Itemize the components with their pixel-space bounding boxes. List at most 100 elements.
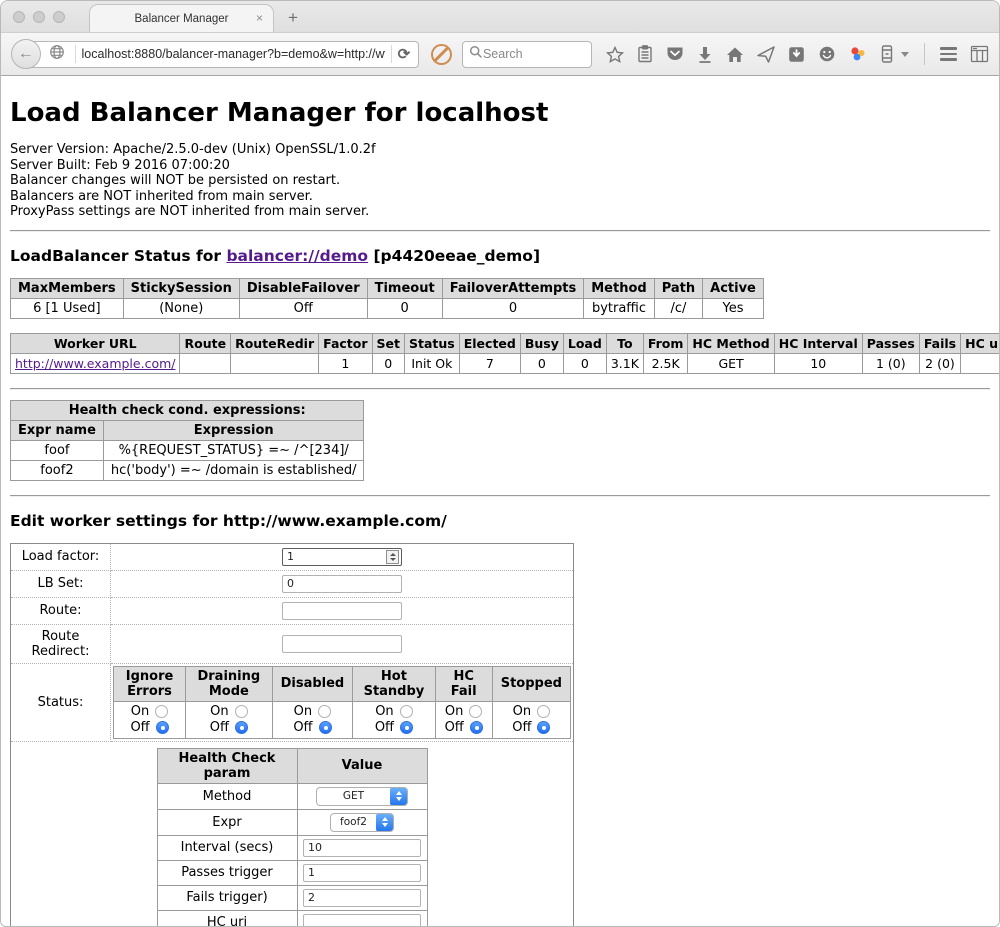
ignore-errors-off-radio[interactable] bbox=[156, 721, 169, 734]
hc-params-row: Health Check param Value Method GET bbox=[11, 741, 574, 926]
col-hc-method: HC Method bbox=[688, 333, 774, 353]
disabled-on-radio[interactable] bbox=[318, 705, 331, 718]
downloads-icon[interactable] bbox=[697, 46, 713, 63]
hc-method-select[interactable]: GET bbox=[316, 787, 408, 806]
close-window-button[interactable] bbox=[13, 11, 25, 23]
hc-method-row: Method GET bbox=[157, 783, 427, 809]
on-label: On bbox=[131, 704, 149, 719]
hc-passes-row: Passes trigger bbox=[157, 860, 427, 885]
route-redirect-row: Route Redirect: bbox=[11, 624, 574, 663]
cell-expr-name: foof bbox=[11, 440, 104, 460]
worker-url-link[interactable]: http://www.example.com/ bbox=[15, 356, 175, 371]
hot-standby-on-radio[interactable] bbox=[400, 705, 413, 718]
hc-expr-select[interactable]: foof2 bbox=[330, 813, 394, 832]
chevron-down-icon[interactable] bbox=[901, 52, 909, 57]
route-label: Route: bbox=[11, 597, 111, 624]
hc-interval-input[interactable] bbox=[303, 839, 421, 857]
hc-fails-input[interactable] bbox=[303, 889, 421, 907]
col-stopped: Stopped bbox=[492, 666, 570, 701]
tab-close-icon[interactable]: × bbox=[256, 11, 263, 25]
off-label: Off bbox=[445, 720, 464, 735]
hc-uri-input[interactable] bbox=[303, 914, 421, 927]
cell-active: Yes bbox=[703, 298, 764, 318]
save-to-device-icon[interactable] bbox=[788, 46, 805, 63]
lb-set-row: LB Set: bbox=[11, 570, 574, 597]
status-cell-draining-mode: On Off bbox=[186, 701, 273, 738]
zoom-window-button[interactable] bbox=[53, 11, 65, 23]
col-stickysession: StickySession bbox=[123, 278, 239, 298]
reader-pages-icon[interactable] bbox=[970, 45, 989, 63]
feedback-smiley-icon[interactable] bbox=[818, 45, 836, 63]
status-radio-table: Ignore Errors Draining Mode Disabled Hot… bbox=[113, 666, 571, 739]
col-ignore-errors: Ignore Errors bbox=[114, 666, 186, 701]
cell-timeout: 0 bbox=[367, 298, 442, 318]
hot-standby-off-radio[interactable] bbox=[400, 721, 413, 734]
home-icon[interactable] bbox=[726, 46, 744, 63]
edit-worker-form: Load factor: LB Set: Route: Route Redire… bbox=[10, 543, 574, 927]
route-input[interactable] bbox=[282, 602, 402, 620]
hc-interval-row: Interval (secs) bbox=[157, 835, 427, 860]
window-controls[interactable] bbox=[13, 11, 65, 23]
hc-fail-on-radio[interactable] bbox=[469, 705, 482, 718]
status-cell-disabled: On Off bbox=[272, 701, 353, 738]
cell-hc-uri bbox=[961, 353, 999, 373]
url-text[interactable]: localhost:8880/balancer-manager?b=demo&w… bbox=[82, 47, 385, 61]
search-input[interactable] bbox=[483, 47, 578, 61]
section-divider bbox=[10, 388, 990, 390]
balancer-demo-link[interactable]: balancer://demo bbox=[226, 247, 368, 265]
pocket-icon[interactable] bbox=[666, 46, 684, 62]
new-tab-button[interactable]: + bbox=[288, 8, 298, 28]
hc-method-label: Method bbox=[157, 783, 297, 809]
load-factor-input[interactable] bbox=[282, 548, 402, 566]
stopped-off-radio[interactable] bbox=[537, 721, 550, 734]
cell-failoverattempts: 0 bbox=[442, 298, 584, 318]
search-bar[interactable] bbox=[462, 41, 592, 68]
hc-expr-label: Expr bbox=[157, 809, 297, 835]
on-label: On bbox=[445, 704, 463, 719]
tab-balancer-manager[interactable]: Balancer Manager × bbox=[89, 4, 274, 32]
expr-row: foof2 hc('body') =~ /domain is establish… bbox=[11, 460, 364, 480]
hc-fails-label: Fails trigger) bbox=[157, 885, 297, 910]
draining-mode-off-radio[interactable] bbox=[235, 721, 248, 734]
hc-fail-off-radio[interactable] bbox=[470, 721, 483, 734]
col-active: Active bbox=[703, 278, 764, 298]
container-icon[interactable] bbox=[880, 45, 894, 63]
col-expression: Expression bbox=[103, 420, 364, 440]
colored-dots-extension-icon[interactable] bbox=[849, 45, 867, 63]
menu-hamburger-icon[interactable] bbox=[940, 47, 957, 61]
url-bar[interactable]: localhost:8880/balancer-manager?b=demo&w… bbox=[26, 41, 420, 68]
back-button[interactable]: ← bbox=[11, 39, 41, 69]
hc-uri-row: HC uri bbox=[157, 910, 427, 926]
disabled-off-radio[interactable] bbox=[319, 721, 332, 734]
balancers-note-line: Balancers are NOT inherited from main se… bbox=[10, 189, 990, 205]
route-redirect-input[interactable] bbox=[282, 635, 402, 653]
hc-passes-input[interactable] bbox=[303, 864, 421, 882]
status-header-row: Ignore Errors Draining Mode Disabled Hot… bbox=[114, 666, 571, 701]
lb-set-input[interactable] bbox=[282, 575, 402, 593]
status-cell-stopped: On Off bbox=[492, 701, 570, 738]
ignore-errors-on-radio[interactable] bbox=[155, 705, 168, 718]
cell-passes: 1 (0) bbox=[862, 353, 919, 373]
globe-icon[interactable] bbox=[49, 44, 65, 65]
status-cell-hot-standby: On Off bbox=[353, 701, 435, 738]
worker-status-table: Worker URL Route RouteRedir Factor Set S… bbox=[10, 333, 999, 374]
bookmark-star-icon[interactable] bbox=[606, 46, 624, 63]
draining-mode-on-radio[interactable] bbox=[235, 705, 248, 718]
stopped-on-radio[interactable] bbox=[537, 705, 550, 718]
cell-set: 0 bbox=[372, 353, 404, 373]
col-path: Path bbox=[654, 278, 702, 298]
content-blocked-icon[interactable] bbox=[431, 44, 452, 65]
send-icon[interactable] bbox=[757, 46, 775, 63]
reload-icon[interactable]: ⟳ bbox=[398, 45, 411, 63]
col-disabled: Disabled bbox=[272, 666, 353, 701]
minimize-window-button[interactable] bbox=[33, 11, 45, 23]
number-spinner-icon[interactable] bbox=[386, 550, 399, 564]
col-hot-standby: Hot Standby bbox=[353, 666, 435, 701]
cell-route bbox=[180, 353, 231, 373]
cell-routeredir bbox=[231, 353, 319, 373]
table-header-row: Expr name Expression bbox=[11, 420, 364, 440]
col-disablefailover: DisableFailover bbox=[239, 278, 367, 298]
health-check-param-table: Health Check param Value Method GET bbox=[157, 748, 428, 927]
clipboard-icon[interactable] bbox=[637, 45, 653, 63]
cell-maxmembers: 6 [1 Used] bbox=[11, 298, 124, 318]
